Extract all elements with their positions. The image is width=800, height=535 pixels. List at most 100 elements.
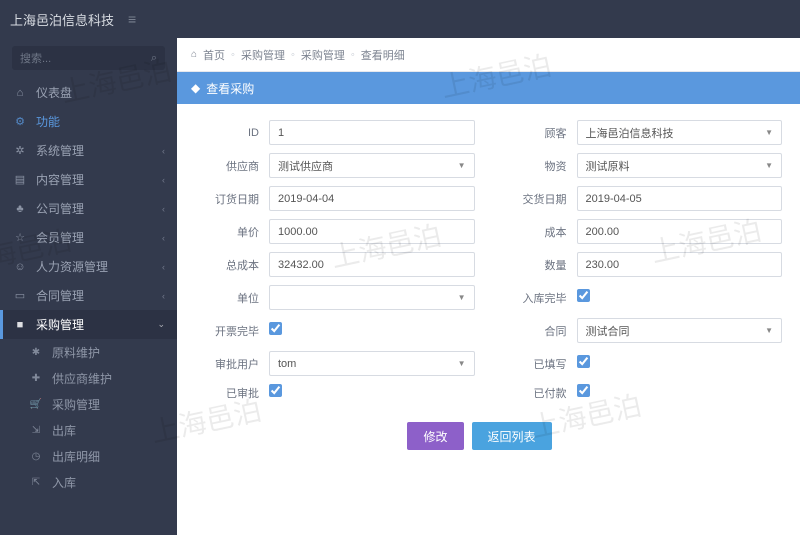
- field-label: 入库完毕: [485, 290, 577, 306]
- app-header: 上海邑泊信息科技 ≡: [0, 0, 800, 38]
- text-input[interactable]: 1: [269, 120, 475, 145]
- field-label: 供应商: [177, 158, 269, 174]
- chevron-down-icon: ▼: [765, 128, 773, 137]
- sidebar-subitem[interactable]: ⇱入库: [0, 469, 177, 495]
- select-input[interactable]: 上海邑泊信息科技 ▼: [577, 120, 783, 145]
- panel-icon: ◆: [191, 81, 200, 95]
- select-value: 测试合同: [586, 323, 630, 339]
- sidebar-subitem[interactable]: ✱原料维护: [0, 339, 177, 365]
- sidebar-item[interactable]: ⌂仪表盘: [0, 78, 177, 107]
- sidebar-item[interactable]: ☆会员管理‹: [0, 223, 177, 252]
- field-label: 成本: [485, 224, 577, 240]
- sidebar: 搜索... ⌕ ⌂仪表盘⚙功能✲系统管理‹▤内容管理‹♣公司管理‹☆会员管理‹☺…: [0, 38, 177, 535]
- menu-label: 仪表盘: [36, 84, 72, 101]
- panel: ◆ 查看采购 ID1 顾客上海邑泊信息科技 ▼ 供应商测试供应商 ▼ 物资测试原料▼ 订货日…: [177, 72, 800, 535]
- select-input[interactable]: 测试合同 ▼: [577, 318, 783, 343]
- chevron-down-icon: ▼: [765, 326, 773, 335]
- menu-icon: ♣: [12, 203, 28, 215]
- sidebar-item[interactable]: ☺人力资源管理‹: [0, 252, 177, 281]
- field-label: 交货日期: [485, 191, 577, 207]
- sidebar-item[interactable]: ♣公司管理‹: [0, 194, 177, 223]
- submenu-icon: ✱: [28, 347, 44, 358]
- text-input[interactable]: 200.00: [577, 219, 783, 244]
- back-button[interactable]: 返回列表: [472, 422, 552, 450]
- field-label: 数量: [485, 257, 577, 273]
- select-value: 测试供应商: [278, 158, 333, 174]
- form-row: 已填写: [485, 351, 783, 376]
- submenu-label: 出库明细: [52, 448, 100, 465]
- sidebar-item[interactable]: ⚙功能: [0, 107, 177, 136]
- select-input[interactable]: 测试供应商 ▼: [269, 153, 475, 178]
- detail-form: ID1 顾客上海邑泊信息科技 ▼ 供应商测试供应商 ▼ 物资测试原料▼ 订货日期2019-0…: [177, 120, 782, 402]
- menu-label: 采购管理: [36, 316, 84, 333]
- chevron-icon: ‹: [162, 146, 165, 156]
- sidebar-item[interactable]: ▤内容管理‹: [0, 165, 177, 194]
- select-value: 上海邑泊信息科技: [586, 125, 674, 141]
- sidebar-submenu: ✱原料维护✚供应商维护🛒采购管理⇲出库 ◷ 出库明细 ⇱入库: [0, 339, 177, 495]
- search-placeholder: 搜索...: [20, 50, 51, 66]
- form-row: 审批用户tom▼: [177, 351, 475, 376]
- search-input[interactable]: 搜索... ⌕: [12, 46, 165, 70]
- sidebar-subitem[interactable]: ✚供应商维护: [0, 365, 177, 391]
- text-input[interactable]: 32432.00: [269, 252, 475, 277]
- menu-icon: ▭: [12, 289, 28, 302]
- submenu-icon: ◷: [28, 451, 44, 462]
- text-input[interactable]: 2019-04-05: [577, 186, 783, 211]
- submenu-label: 采购管理: [52, 396, 100, 413]
- menu-icon: ■: [12, 319, 28, 331]
- sidebar-subitem[interactable]: ⇲出库: [0, 417, 177, 443]
- sidebar-item[interactable]: ■采购管理⌄: [0, 310, 177, 339]
- sidebar-subitem[interactable]: 🛒采购管理: [0, 391, 177, 417]
- form-row: 入库完毕: [485, 285, 783, 310]
- chevron-down-icon: ▼: [458, 161, 466, 170]
- sidebar-search: 搜索... ⌕: [0, 38, 177, 78]
- crumb-home[interactable]: 首页: [203, 47, 225, 63]
- form-row: 合同测试合同 ▼: [485, 318, 783, 343]
- checkbox-input[interactable]: [269, 384, 282, 397]
- crumb-l2[interactable]: 采购管理: [301, 47, 345, 63]
- menu-label: 内容管理: [36, 171, 84, 188]
- select-input[interactable]: ▼: [269, 285, 475, 310]
- form-row: ID1: [177, 120, 475, 145]
- sidebar-item[interactable]: ✲系统管理‹: [0, 136, 177, 165]
- menu-icon: ☆: [12, 231, 28, 244]
- field-label: 顾客: [485, 125, 577, 141]
- chevron-icon: ‹: [162, 291, 165, 301]
- field-label: 总成本: [177, 257, 269, 273]
- text-input[interactable]: 2019-04-04: [269, 186, 475, 211]
- menu-toggle-icon[interactable]: ≡: [128, 11, 136, 27]
- panel-header: ◆ 查看采购: [177, 72, 800, 104]
- checkbox-input[interactable]: [269, 322, 282, 335]
- form-row: 开票完毕: [177, 318, 475, 343]
- checkbox-input[interactable]: [577, 355, 590, 368]
- form-row: 物资测试原料▼: [485, 153, 783, 178]
- modify-button[interactable]: 修改: [407, 422, 463, 450]
- field-label: 已审批: [177, 385, 269, 401]
- crumb-sep: ◦: [351, 49, 355, 61]
- sidebar-item[interactable]: ▭ 合同管理 ‹: [0, 281, 177, 310]
- text-input[interactable]: 230.00: [577, 252, 783, 277]
- sidebar-subitem[interactable]: ◷ 出库明细: [0, 443, 177, 469]
- form-row: 已审批: [177, 384, 475, 402]
- field-label: 单位: [177, 290, 269, 306]
- select-input[interactable]: tom▼: [269, 351, 475, 376]
- text-input[interactable]: 1000.00: [269, 219, 475, 244]
- menu-label: 人力资源管理: [36, 258, 108, 275]
- crumb-l3: 查看明细: [361, 47, 405, 63]
- search-icon: ⌕: [151, 52, 157, 65]
- select-input[interactable]: 测试原料▼: [577, 153, 783, 178]
- submenu-label: 入库: [52, 474, 76, 491]
- field-label: 开票完毕: [177, 323, 269, 339]
- crumb-l1[interactable]: 采购管理: [241, 47, 285, 63]
- menu-label: 合同管理: [36, 287, 84, 304]
- checkbox-input[interactable]: [577, 289, 590, 302]
- form-row: 顾客上海邑泊信息科技 ▼: [485, 120, 783, 145]
- field-label: 合同: [485, 323, 577, 339]
- chevron-icon: ‹: [162, 204, 165, 214]
- panel-body: ID1 顾客上海邑泊信息科技 ▼ 供应商测试供应商 ▼ 物资测试原料▼ 订货日期2019-0…: [177, 104, 800, 535]
- form-row: 订货日期2019-04-04: [177, 186, 475, 211]
- select-value: 测试原料: [586, 158, 630, 174]
- chevron-icon: ‹: [162, 262, 165, 272]
- checkbox-input[interactable]: [577, 384, 590, 397]
- field-label: 已付款: [485, 385, 577, 401]
